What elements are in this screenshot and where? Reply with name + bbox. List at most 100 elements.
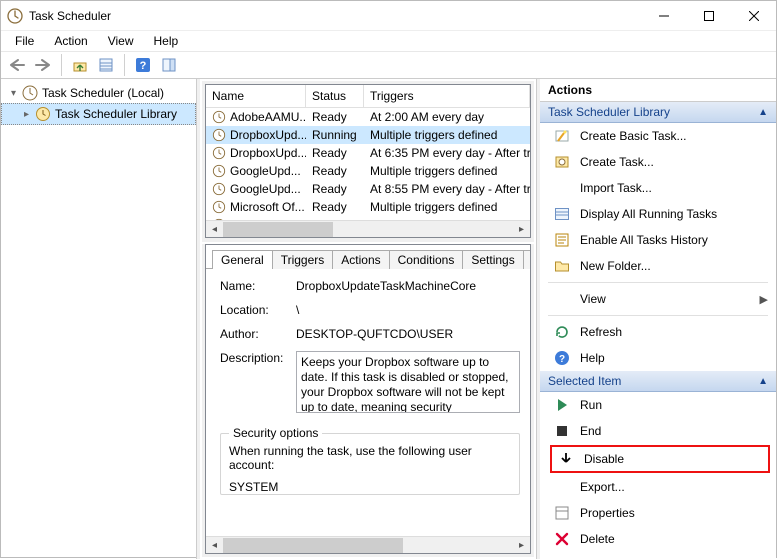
task-clock-icon — [212, 182, 226, 196]
collapse-icon[interactable]: ▲ — [758, 107, 768, 118]
col-name[interactable]: Name — [206, 85, 306, 107]
task-name: DropboxUpd... — [230, 146, 306, 160]
action-delete[interactable]: Delete — [540, 526, 776, 552]
nav-back-button[interactable] — [5, 53, 29, 77]
task-trigger: At 6:35 PM every day - After tr — [364, 146, 530, 160]
blank-icon — [554, 291, 570, 307]
tree-expand-icon[interactable]: ▸ — [22, 110, 31, 119]
task-list-body: AdobeAAMU...ReadyAt 2:00 AM every dayDro… — [206, 108, 530, 220]
action-run[interactable]: Run — [540, 392, 776, 418]
task-trigger: Multiple triggers defined — [364, 128, 530, 142]
tab-actions[interactable]: Actions — [332, 250, 389, 269]
col-status[interactable]: Status — [306, 85, 364, 107]
nav-forward-button[interactable] — [31, 53, 55, 77]
close-button[interactable] — [731, 1, 776, 31]
library-icon — [35, 106, 51, 122]
task-row[interactable]: DropboxUpd...ReadyAt 6:35 PM every day -… — [206, 144, 530, 162]
menu-help[interactable]: Help — [146, 32, 187, 50]
action-enable-history[interactable]: Enable All Tasks History — [540, 227, 776, 253]
label-run-account: When running the task, use the following… — [229, 444, 511, 472]
actions-pane: Actions Task Scheduler Library ▲ Create … — [537, 79, 776, 559]
action-import-task[interactable]: Import Task... — [540, 175, 776, 201]
task-icon — [554, 154, 570, 170]
actions-pane-header: Actions — [540, 79, 776, 102]
tree-pane: ▾ Task Scheduler (Local) ▸ Task Schedule… — [1, 79, 197, 559]
maximize-button[interactable] — [686, 1, 731, 31]
help-button[interactable]: ? — [131, 53, 155, 77]
title-bar: Task Scheduler — [1, 1, 776, 31]
task-row[interactable]: Microsoft Of...ReadyMultiple triggers de… — [206, 198, 530, 216]
task-row[interactable]: AdobeAAMU...ReadyAt 2:00 AM every day — [206, 108, 530, 126]
task-list-scrollbar[interactable]: ◂▸ — [206, 220, 530, 237]
action-export[interactable]: Export... — [540, 474, 776, 500]
value-author: DESKTOP-QUFTCDO\USER — [296, 327, 520, 341]
collapse-icon[interactable]: ▲ — [758, 376, 768, 387]
action-new-folder[interactable]: New Folder... — [540, 253, 776, 279]
up-level-button[interactable] — [68, 53, 92, 77]
menu-file[interactable]: File — [7, 32, 42, 50]
value-description[interactable]: Keeps your Dropbox software up to date. … — [296, 351, 520, 413]
menu-action[interactable]: Action — [46, 32, 95, 50]
help-icon: ? — [554, 350, 570, 366]
task-row[interactable]: DropboxUpd...RunningMultiple triggers de… — [206, 126, 530, 144]
tab-general[interactable]: General — [212, 250, 273, 269]
tab-history[interactable]: H — [523, 250, 531, 269]
window-title: Task Scheduler — [29, 9, 111, 23]
task-trigger: At 8:55 PM every day - After tr — [364, 182, 530, 196]
task-status: Ready — [306, 110, 364, 124]
running-tasks-icon — [554, 206, 570, 222]
details-scrollbar[interactable]: ◂▸ — [206, 536, 530, 553]
task-status: Running — [306, 128, 364, 142]
task-name: GoogleUpd... — [230, 164, 301, 178]
actions-section-selected-label: Selected Item — [548, 374, 621, 388]
task-row[interactable]: GoogleUpd...ReadyAt 8:55 PM every day - … — [206, 180, 530, 198]
actions-section-library[interactable]: Task Scheduler Library ▲ — [540, 102, 776, 123]
show-action-pane-button[interactable] — [157, 53, 181, 77]
action-properties[interactable]: Properties — [540, 500, 776, 526]
wizard-icon — [554, 128, 570, 144]
stop-icon — [554, 423, 570, 439]
tree-root[interactable]: ▾ Task Scheduler (Local) — [1, 83, 196, 103]
label-description: Description: — [220, 351, 296, 365]
action-disable[interactable]: Disable — [554, 449, 766, 469]
task-clock-icon — [212, 146, 226, 160]
task-clock-icon — [212, 164, 226, 178]
scheduler-icon — [22, 85, 38, 101]
svg-text:?: ? — [140, 60, 147, 72]
tab-settings[interactable]: Settings — [462, 250, 523, 269]
delete-icon — [554, 531, 570, 547]
action-create-task[interactable]: Create Task... — [540, 149, 776, 175]
minimize-button[interactable] — [641, 1, 686, 31]
value-location: \ — [296, 303, 520, 317]
task-row[interactable]: GoogleUpd...ReadyMultiple triggers defin… — [206, 162, 530, 180]
label-location: Location: — [220, 303, 296, 317]
task-trigger: Multiple triggers defined — [364, 200, 530, 214]
properties-button[interactable] — [94, 53, 118, 77]
value-name: DropboxUpdateTaskMachineCore — [296, 279, 520, 293]
action-help[interactable]: ? Help — [540, 345, 776, 371]
task-name: Microsoft Of... — [230, 200, 305, 214]
tree-library-label: Task Scheduler Library — [55, 107, 177, 121]
task-clock-icon — [212, 128, 226, 142]
tree-expand-icon[interactable]: ▾ — [9, 89, 18, 98]
actions-section-library-label: Task Scheduler Library — [548, 105, 670, 119]
task-list: Name Status Triggers AdobeAAMU...ReadyAt… — [205, 84, 531, 238]
actions-section-selected[interactable]: Selected Item ▲ — [540, 371, 776, 392]
highlight-disable: Disable — [550, 445, 770, 473]
task-name: DropboxUpd... — [230, 128, 306, 142]
action-display-running[interactable]: Display All Running Tasks — [540, 201, 776, 227]
import-icon — [554, 180, 570, 196]
main-area: ▾ Task Scheduler (Local) ▸ Task Schedule… — [1, 79, 776, 559]
col-triggers[interactable]: Triggers — [364, 85, 530, 107]
tree-node-library[interactable]: ▸ Task Scheduler Library — [1, 103, 196, 125]
action-view[interactable]: View ▶ — [540, 286, 776, 312]
action-refresh[interactable]: Refresh — [540, 319, 776, 345]
action-create-basic-task[interactable]: Create Basic Task... — [540, 123, 776, 149]
menu-view[interactable]: View — [100, 32, 142, 50]
tab-triggers[interactable]: Triggers — [272, 250, 334, 269]
disable-icon — [558, 451, 574, 467]
action-end[interactable]: End — [540, 418, 776, 444]
task-name: GoogleUpd... — [230, 182, 301, 196]
task-trigger: At 2:00 AM every day — [364, 110, 530, 124]
tab-conditions[interactable]: Conditions — [389, 250, 464, 269]
